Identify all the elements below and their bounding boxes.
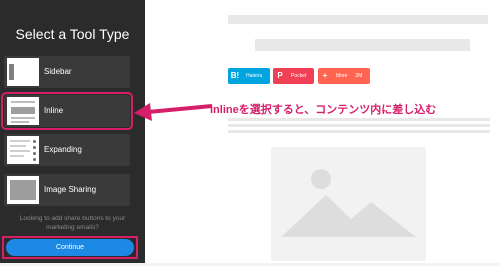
- pocket-icon: P: [277, 71, 283, 80]
- image-placeholder-icon: [281, 169, 416, 237]
- content-placeholder-line: [228, 118, 490, 121]
- tool-option-label: Image Sharing: [44, 185, 97, 194]
- content-placeholder-line: [255, 39, 470, 51]
- tool-option-inline[interactable]: Inline: [1, 92, 133, 130]
- image-sharing-thumbnail-icon: [7, 176, 39, 204]
- tool-option-image-sharing[interactable]: Image Sharing: [4, 174, 130, 206]
- tool-option-expanding[interactable]: Expanding: [4, 134, 130, 166]
- more-share-button[interactable]: + More 2M: [318, 68, 370, 84]
- tool-type-panel: Select a Tool Type Sidebar Inline Expand…: [0, 0, 145, 263]
- plus-icon: +: [322, 71, 328, 80]
- content-placeholder-line: [228, 124, 490, 127]
- email-share-note: Looking to add share buttons to your mar…: [19, 215, 126, 231]
- content-placeholder-line: [228, 130, 490, 133]
- tool-option-label: Expanding: [44, 145, 82, 154]
- expanding-thumbnail-icon: [7, 136, 39, 164]
- panel-title: Select a Tool Type: [15, 26, 130, 42]
- tool-option-label: Inline: [44, 106, 64, 115]
- sidebar-thumbnail-icon: [7, 58, 39, 86]
- tool-option-label: Sidebar: [44, 67, 72, 76]
- hatena-icon: B!: [230, 71, 240, 80]
- tool-option-sidebar[interactable]: Sidebar: [4, 56, 130, 88]
- annotation-arrow-icon: [134, 103, 213, 121]
- pocket-share-button[interactable]: P Pocket: [273, 68, 314, 84]
- annotation-text: inlineを選択すると、コンテンツ内に差し込む: [210, 104, 437, 116]
- continue-button[interactable]: Continue: [6, 239, 134, 256]
- hatena-share-button[interactable]: B! Hatena: [228, 68, 270, 84]
- content-placeholder-line: [228, 15, 488, 24]
- image-placeholder: [271, 147, 426, 261]
- inline-thumbnail-icon: [7, 97, 39, 125]
